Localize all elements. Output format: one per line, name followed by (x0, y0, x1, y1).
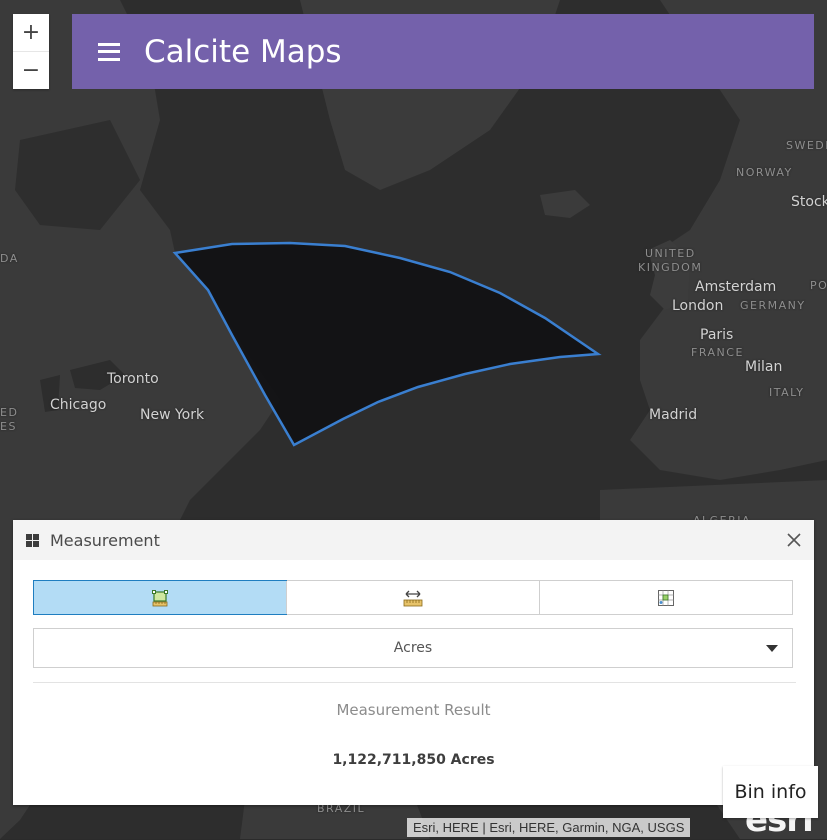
map-label: DA (0, 252, 19, 265)
location-tool-button[interactable] (539, 581, 792, 614)
chevron-down-icon (766, 645, 778, 652)
map-label: SWEDE (786, 139, 827, 152)
map-label: KINGDOM (638, 261, 703, 274)
map-label: GERMANY (740, 299, 806, 312)
panel-header: Measurement (13, 520, 814, 560)
map-attribution[interactable]: Esri, HERE | Esri, HERE, Garmin, NGA, US… (407, 818, 691, 837)
unit-select-value: Acres (393, 640, 433, 656)
map-label: Stock (791, 194, 827, 210)
map-label: UNITED (645, 247, 696, 260)
map-label: NORWAY (736, 166, 793, 179)
zoom-out-button[interactable]: − (13, 51, 49, 89)
map-label: Madrid (649, 407, 698, 423)
area-tool-button[interactable] (33, 580, 287, 615)
map-label: FRANCE (691, 346, 744, 359)
map-label: ED (0, 406, 19, 419)
map-label: Milan (745, 359, 783, 375)
map-label: Toronto (107, 371, 159, 387)
divider (33, 682, 796, 683)
map-label: Paris (700, 327, 734, 343)
menu-icon[interactable] (98, 42, 120, 61)
panel-title: Measurement (50, 530, 160, 550)
area-measure-icon (152, 589, 168, 606)
bin-info-button[interactable]: Bin info (723, 766, 818, 818)
map-label: Chicago (50, 397, 107, 413)
result-value: 1,122,711,850 Acres (332, 752, 495, 768)
app-title: Calcite Maps (144, 33, 342, 70)
map-label: ITALY (769, 386, 805, 399)
unit-select[interactable]: Acres (33, 628, 793, 668)
result-label: Measurement Result (336, 701, 491, 719)
map-label: ES (0, 420, 17, 433)
location-measure-icon (658, 589, 674, 606)
measurement-panel: Measurement Acres Measurement Result 1,1… (13, 520, 814, 805)
widget-grid-icon (26, 533, 39, 547)
close-icon[interactable] (786, 532, 802, 548)
map-label: PO (810, 279, 827, 292)
map-label: Amsterdam (695, 279, 777, 295)
measurement-toolbar (33, 580, 793, 615)
distance-tool-button[interactable] (286, 581, 539, 614)
map-label: London (672, 298, 724, 314)
distance-measure-icon (403, 590, 423, 606)
map-label: New York (140, 407, 205, 423)
zoom-control: + − (13, 14, 49, 89)
app-header: Calcite Maps (72, 14, 814, 89)
zoom-in-button[interactable]: + (13, 14, 49, 51)
